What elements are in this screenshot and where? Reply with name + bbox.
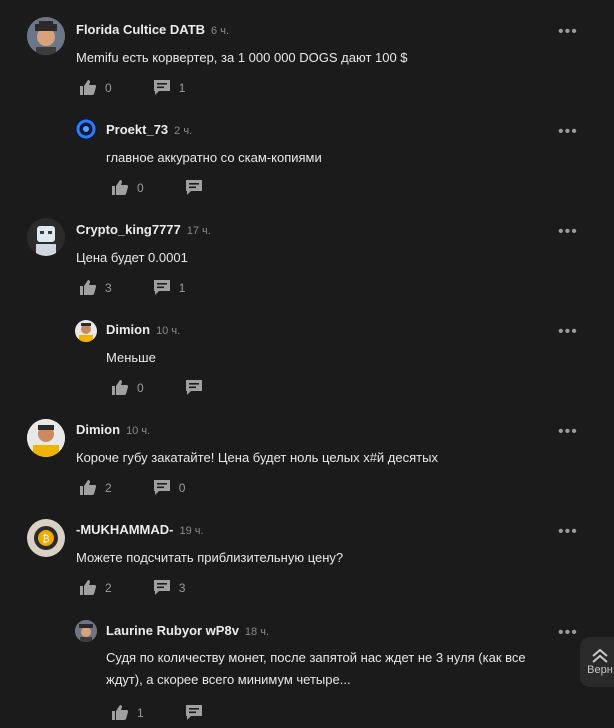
thumbs-up-icon [112, 705, 128, 720]
thumbs-up-icon [112, 180, 128, 195]
comment-icon [185, 380, 202, 395]
more-options-icon[interactable]: ••• [558, 625, 578, 641]
more-options-icon[interactable]: ••• [558, 224, 578, 240]
scroll-to-top-button[interactable]: Верн [580, 637, 614, 687]
like-button[interactable]: 0 [112, 180, 144, 195]
avatar[interactable] [75, 620, 97, 642]
comment-time: 6 ч. [211, 25, 230, 37]
more-options-icon[interactable]: ••• [558, 524, 578, 540]
comment-text: Меньше [106, 350, 156, 365]
comment-time: 17 ч. [186, 225, 211, 237]
comment-author[interactable]: Proekt_73 [106, 122, 168, 137]
like-button[interactable]: 0 [80, 80, 112, 95]
comment-author[interactable]: -MUKHAMMAD- [76, 522, 173, 537]
like-button[interactable]: 3 [80, 280, 112, 295]
comment-time: 2 ч. [174, 125, 193, 137]
comment-text: Судя по количеству монет, после запятой … [106, 650, 526, 687]
more-options-icon[interactable]: ••• [558, 324, 578, 340]
chevron-up-icon [592, 648, 608, 663]
avatar[interactable]: ₿ [27, 519, 65, 557]
thumbs-up-icon [80, 80, 96, 95]
like-count: 1 [137, 705, 144, 720]
comment-time: 18 ч. [244, 626, 270, 638]
like-button[interactable]: 2 [80, 480, 112, 495]
reply-button[interactable] [185, 705, 202, 720]
comment-author[interactable]: Dimion [76, 422, 120, 437]
reply-button[interactable]: 1 [153, 280, 186, 295]
comment-author[interactable]: Laurine Rubyor wP8v [106, 623, 239, 638]
like-button[interactable]: 2 [80, 580, 112, 595]
like-button[interactable]: 1 [112, 705, 144, 720]
reply-count: 1 [178, 80, 186, 95]
comment-text: Короче губу закатайте! Цена будет ноль ц… [76, 450, 438, 465]
reply-count: 3 [178, 580, 186, 595]
comment-text: главное аккуратно со скам-копиями [106, 150, 322, 165]
comment-icon [153, 280, 170, 295]
reply-button[interactable]: 0 [153, 480, 186, 495]
comment-time: 10 ч. [126, 425, 151, 437]
thumbs-up-icon [80, 280, 96, 295]
avatar[interactable] [27, 218, 65, 256]
comment-time: 10 ч. [156, 325, 181, 337]
comment-text: Можете подсчитать приблизительную цену? [76, 550, 344, 565]
thumbs-up-icon [112, 380, 128, 395]
comment-author[interactable]: Dimion [106, 322, 150, 337]
comment-time: 19 ч. [179, 525, 204, 537]
avatar[interactable] [75, 118, 97, 140]
comment-icon [153, 580, 170, 595]
reply-button[interactable]: 1 [153, 80, 186, 95]
comment-icon [185, 180, 202, 195]
comment-author[interactable]: Florida Cultice DATB [76, 22, 205, 37]
comment-icon [153, 480, 170, 495]
reply-button[interactable] [185, 380, 202, 395]
comment-author[interactable]: Crypto_king7777 [76, 222, 181, 237]
like-count: 2 [105, 580, 112, 595]
reply-count: 0 [178, 480, 186, 495]
like-button[interactable]: 0 [112, 380, 144, 395]
like-count: 3 [105, 280, 112, 295]
like-count: 0 [137, 180, 144, 195]
avatar[interactable] [27, 17, 65, 55]
more-options-icon[interactable]: ••• [558, 24, 578, 40]
like-count: 2 [105, 480, 112, 495]
comment-icon [153, 80, 170, 95]
svg-text:₿: ₿ [42, 533, 49, 545]
reply-count: 1 [178, 280, 186, 295]
scroll-to-top-label: Верн [587, 664, 613, 676]
like-count: 0 [105, 80, 112, 95]
avatar[interactable] [75, 320, 97, 342]
comment-text: Цена будет 0.0001 [76, 250, 188, 265]
avatar[interactable] [27, 419, 65, 457]
thumbs-up-icon [80, 580, 96, 595]
thumbs-up-icon [80, 480, 96, 495]
reply-button[interactable]: 3 [153, 580, 186, 595]
comment-text: Memifu есть корвертер, за 1 000 000 DOGS… [76, 50, 408, 65]
like-count: 0 [137, 380, 144, 395]
reply-button[interactable] [185, 180, 202, 195]
more-options-icon[interactable]: ••• [558, 424, 578, 440]
more-options-icon[interactable]: ••• [558, 124, 578, 140]
comment-icon [185, 705, 202, 720]
